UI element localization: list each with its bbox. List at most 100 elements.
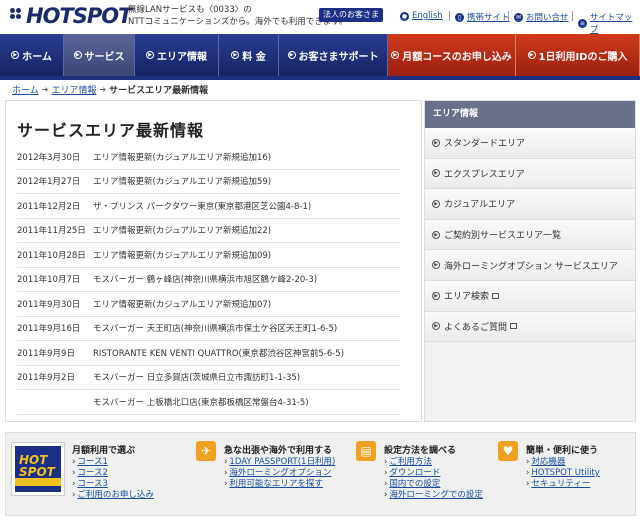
news-text: モスバーガー 日立多賀店(茨城県日立市諏訪町1-1-35)	[93, 373, 301, 384]
news-text: エリア情報更新(カジュアルエリア新規追加16)	[93, 152, 272, 163]
news-row: 2011年10月7日 モスバーガー 鶴ヶ峰店(神奈川県横浜市旭区鶴ケ峰2-20-3…	[17, 268, 401, 292]
new-window-icon	[492, 292, 500, 299]
arrow-right-icon: ▶	[432, 138, 440, 147]
nav-underline	[0, 76, 640, 80]
area-sidebar: エリア情報 ▶ スタンダードエリア ▶ エクスプレスエリア ▶ カジュアルエリア ▶ ご…	[424, 100, 636, 422]
site-header: HOTSPOT 無線LANサービスも〈0033〉の NTTコミュニケーションズか…	[0, 0, 640, 35]
link-domestic-setup[interactable]: 国内での設定	[389, 479, 440, 489]
sidebar-item-label: ご契約別サービスエリア一覧	[444, 231, 562, 242]
news-text: モスバーガー 上板橋北口店(東京都板橋区常盤台4-31-5)	[93, 397, 309, 408]
guide-travel: ✈ 急な出張や海外で利用する 1DAY PASSPORT(1日利用) 海外ローミ…	[188, 433, 348, 517]
hotspot-logo[interactable]: HOTSPOT	[10, 4, 132, 28]
globe-icon: ●	[400, 11, 409, 21]
arrow-right-icon: ▶	[391, 51, 400, 59]
mobile-site-link[interactable]: ▯ 携帯サイト	[449, 11, 510, 23]
guide-tools-links: 対応機器 HOTSPOT Utility セキュリティー	[526, 457, 599, 490]
sidebar-item-contract-list[interactable]: ▶ ご契約別サービスエリア一覧	[425, 219, 635, 251]
news-text: RISTORANTE KEN VENTI QUATTRO(東京都渋谷区神宮前5-…	[93, 348, 345, 359]
english-link[interactable]: ● English	[400, 11, 443, 21]
guide-monthly: HOTSPOT 月額利用で選ぶ コース1 コース2 コース3 ご利用のお申し込み	[6, 433, 188, 517]
link-find-area[interactable]: 利用可能なエリアを探す	[229, 479, 323, 489]
sitemap-link[interactable]: ≡ サイトマップ	[572, 11, 640, 35]
nav-support[interactable]: ▶ お客さまサポート	[279, 34, 388, 76]
news-text: エリア情報更新(カジュアルエリア新規追加59)	[93, 177, 272, 188]
guide-travel-title: 急な出張や海外で利用する	[224, 446, 333, 456]
page-title: サービスエリア最新情報	[17, 121, 205, 140]
news-list: 2012年3月30日 エリア情報更新(カジュアルエリア新規追加16) 2012年1…	[17, 145, 401, 415]
news-row: 2011年9月16日 モスバーガー 天王町店(神奈川県横浜市保土ケ谷区天王町1-6…	[17, 317, 401, 341]
guide-travel-links: 1DAY PASSPORT(1日利用) 海外ローミングオプション 利用可能なエリ…	[224, 457, 335, 490]
nav-service-label: サービス	[84, 51, 125, 63]
sidebar-item-label: スタンダードエリア	[444, 139, 526, 150]
breadcrumb-area[interactable]: エリア情報	[51, 83, 96, 96]
nav-support-label: お客さまサポート	[298, 51, 379, 63]
guide-monthly-title: 月額利用で選ぶ	[72, 446, 136, 456]
sidebar-item-faq[interactable]: ▶ よくあるご質問	[425, 311, 635, 343]
sitemap-label: サイトマップ	[589, 13, 633, 35]
nav-price[interactable]: ▶ 料 金	[219, 34, 279, 76]
link-course-1[interactable]: コース1	[77, 457, 107, 467]
chevron-right-icon: ➜	[99, 85, 107, 94]
nav-monthly-apply[interactable]: ▶ 月額コースのお申し込み	[388, 34, 516, 76]
contact-link[interactable]: ✉ お問い合せ	[508, 11, 569, 23]
nav-monthly-apply-label: 月額コースのお申し込み	[402, 51, 512, 63]
sidebar-item-search[interactable]: ▶ エリア検索	[425, 280, 635, 312]
news-date: 2011年10月7日	[17, 275, 81, 286]
link-roaming-setup[interactable]: 海外ローミングでの設定	[389, 490, 483, 500]
arrow-right-icon: ▶	[432, 261, 440, 270]
link-utility[interactable]: HOTSPOT Utility	[531, 468, 599, 478]
link-course-2[interactable]: コース2	[77, 468, 107, 478]
link-download[interactable]: ダウンロード	[389, 468, 440, 478]
breadcrumb-home[interactable]: ホーム	[12, 83, 39, 96]
sidebar-item-label: エリア検索	[444, 292, 490, 303]
link-devices[interactable]: 対応機器	[531, 457, 565, 467]
link-security[interactable]: セキュリティー	[531, 479, 590, 489]
news-date: 2011年11月25日	[17, 226, 86, 237]
mobile-site-label: 携帯サイト	[467, 13, 510, 23]
news-text: エリア情報更新(カジュアルエリア新規追加22)	[93, 226, 272, 237]
nav-home[interactable]: ▶ ホーム	[0, 34, 64, 76]
nav-area[interactable]: ▶ エリア情報	[135, 34, 219, 76]
link-1day-passport[interactable]: 1DAY PASSPORT(1日利用)	[229, 457, 335, 467]
news-text: ザ・プリンス パークタワー東京(東京都港区芝公園4-8-1)	[93, 201, 312, 212]
nav-service[interactable]: ▶ サービス	[64, 34, 135, 76]
link-apply[interactable]: ご利用のお申し込み	[77, 490, 154, 500]
link-course-3[interactable]: コース3	[77, 479, 107, 489]
news-row: 2011年9月30日 エリア情報更新(カジュアルエリア新規追加07)	[17, 292, 401, 317]
arrow-right-icon: ▶	[432, 322, 440, 331]
news-date: 2011年9月2日	[17, 373, 75, 384]
news-date: 2012年3月30日	[17, 152, 81, 163]
mail-icon: ✉	[514, 12, 523, 22]
link-roaming-option[interactable]: 海外ローミングオプション	[229, 468, 331, 478]
new-window-icon	[510, 323, 518, 330]
sidebar-item-standard[interactable]: ▶ スタンダードエリア	[425, 128, 635, 159]
sidebar-heading: エリア情報	[425, 101, 635, 128]
guide-tools-title: 簡単・便利に使う	[526, 446, 599, 456]
tagline-line-1: 無線LANサービスも〈0033〉の	[128, 5, 252, 15]
sidebar-item-express[interactable]: ▶ エクスプレスエリア	[425, 158, 635, 190]
nav-home-label: ホーム	[22, 51, 52, 63]
sidebar-item-label: よくあるご質問	[444, 322, 508, 333]
arrow-right-icon: ▶	[432, 169, 440, 178]
news-row: 2011年12月2日 ザ・プリンス パークタワー東京(東京都港区芝公園4-8-1)	[17, 194, 401, 219]
news-row: 2011年9月2日 モスバーガー 日立多賀店(茨城県日立市諏訪町1-1-35)	[17, 366, 401, 390]
sidebar-item-casual[interactable]: ▶ カジュアルエリア	[425, 189, 635, 220]
arrow-right-icon: ▶	[432, 199, 440, 208]
corporate-button[interactable]: 法人のお客さま	[319, 8, 383, 22]
arrow-right-icon: ▶	[231, 51, 240, 59]
nav-day-id[interactable]: ▶ 1日利用IDのご購入	[516, 34, 640, 76]
arrow-right-icon: ▶	[73, 51, 82, 59]
sidebar-item-label: エクスプレスエリア	[444, 169, 525, 180]
news-row: 2012年3月30日 エリア情報更新(カジュアルエリア新規追加16)	[17, 145, 401, 170]
link-usage[interactable]: ご利用方法	[389, 457, 432, 467]
news-text: エリア情報更新(カジュアルエリア新規追加09)	[93, 250, 272, 261]
guide-monthly-links: コース1 コース2 コース3 ご利用のお申し込み	[72, 457, 154, 501]
news-text: エリア情報更新(カジュアルエリア新規追加07)	[93, 299, 272, 310]
global-nav: ▶ ホーム ▶ サービス ▶ エリア情報 ▶ 料 金 ▶ お客さまサポート ▶ 月額コースの…	[0, 34, 640, 76]
news-row: 2011年10月28日 エリア情報更新(カジュアルエリア新規追加09)	[17, 243, 401, 268]
tagline: 無線LANサービスも〈0033〉の NTTコミュニケーションズから。海外でも利用…	[128, 4, 347, 28]
sidebar-item-roaming[interactable]: ▶ 海外ローミングオプション サービスエリア	[425, 250, 635, 281]
news-row: モスバーガー 上板橋北口店(東京都板橋区常盤台4-31-5)	[17, 390, 401, 415]
breadcrumb: ホーム ➜ エリア情報 ➜ サービスエリア最新情報	[12, 83, 208, 96]
nav-price-label: 料 金	[242, 51, 266, 63]
